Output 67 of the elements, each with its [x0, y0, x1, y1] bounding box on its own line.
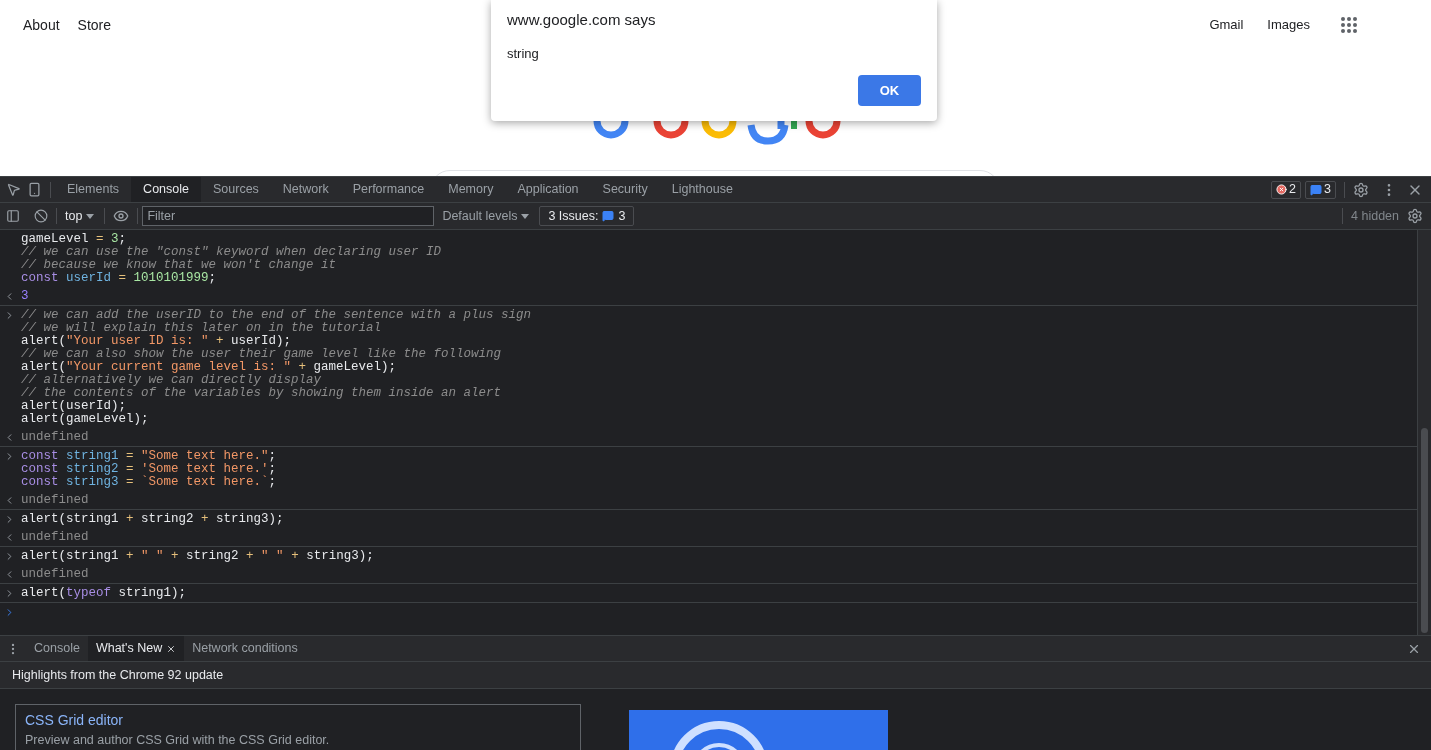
- code-line: alert("Your user ID is: " + userId);: [21, 334, 293, 348]
- devtools-tab[interactable]: Security: [590, 177, 660, 202]
- message-icon: [602, 210, 615, 222]
- devtools-tab[interactable]: Console: [131, 177, 201, 202]
- hidden-count: 4 hidden: [1351, 207, 1399, 225]
- code-line: // we can also show the user their game level like the following: [21, 347, 503, 361]
- drawer-tab[interactable]: Console: [26, 636, 88, 661]
- ok-button[interactable]: OK: [858, 75, 921, 106]
- issues-button[interactable]: 3 Issues: 3: [539, 206, 635, 226]
- code-line: alert(string1 + " " + string2 + " " + string3);: [21, 549, 374, 563]
- code-line: // we can add the userID to the end of the sentence with a plus sign: [21, 308, 532, 322]
- sidebar-toggle-icon[interactable]: [6, 209, 20, 223]
- error-icon: [1276, 184, 1288, 195]
- eye-icon[interactable]: [113, 208, 130, 224]
- code-line: alert(userId);: [21, 399, 127, 413]
- device-icon[interactable]: [27, 182, 42, 197]
- nav-link[interactable]: Store: [77, 14, 112, 36]
- filter-field[interactable]: Filter: [142, 206, 435, 226]
- devtools-tab[interactable]: Application: [505, 177, 591, 202]
- dialog-title: www.google.com says: [507, 10, 657, 30]
- card-title[interactable]: CSS Grid editor: [25, 710, 571, 731]
- error-count-badge[interactable]: 2: [1271, 180, 1302, 199]
- feature-card[interactable]: CSS Grid editor Preview and author CSS Grid with the CSS Grid editor.: [15, 704, 581, 750]
- result-value: undefined: [21, 430, 89, 444]
- result-value: undefined: [21, 530, 89, 544]
- devtools-tab[interactable]: Elements: [55, 177, 132, 202]
- code-line: // we can use the "const" keyword when declaring user ID: [21, 245, 442, 259]
- inspect-icon[interactable]: [6, 182, 21, 197]
- code-line: // the contents of the variables by showing them inside an alert: [21, 386, 503, 400]
- code-line: const userId = 1010101999;: [21, 271, 218, 285]
- devtools-tab[interactable]: Performance: [340, 177, 437, 202]
- code-line: const string2 = 'Some text here.';: [21, 462, 277, 476]
- devtools-tab[interactable]: Network: [270, 177, 341, 202]
- message-count-badge[interactable]: 3: [1305, 180, 1336, 199]
- levels-dropdown[interactable]: Default levels: [442, 206, 530, 226]
- code-line: // we will explain this later on in the tutorial: [21, 321, 383, 335]
- nav-link[interactable]: About: [23, 14, 60, 36]
- nav-link[interactable]: Gmail: [1209, 15, 1244, 35]
- devtools-tab[interactable]: Sources: [201, 177, 271, 202]
- close-icon[interactable]: [166, 643, 177, 654]
- code-line: // because we know that we won't change it: [21, 258, 337, 272]
- code-line: const string3 = `Some text here.`;: [21, 475, 277, 489]
- drawer-tab[interactable]: What's New: [87, 636, 185, 661]
- nav-link[interactable]: Images: [1267, 15, 1310, 35]
- result-value: undefined: [21, 493, 89, 507]
- code-line: alert("Your current game level is: " + gameLevel);: [21, 360, 398, 374]
- card-description: Preview and author CSS Grid with the CSS Grid editor.: [25, 732, 331, 749]
- message-icon: [1310, 183, 1323, 196]
- code-line: const string1 = "Some text here.";: [21, 449, 277, 463]
- scrollbar[interactable]: [1417, 230, 1431, 635]
- code-line: alert(gameLevel);: [21, 412, 150, 426]
- result-value: 3: [21, 289, 29, 303]
- drawer-heading: Highlights from the Chrome 92 update: [12, 666, 224, 684]
- settings-icon[interactable]: [1353, 181, 1369, 198]
- dialog-message: string: [507, 44, 540, 63]
- drawer-tab[interactable]: Network conditions: [184, 636, 306, 661]
- devtools-tab[interactable]: Memory: [436, 177, 506, 202]
- settings-icon[interactable]: [1407, 208, 1423, 224]
- code-line: alert(string1 + string2 + string3);: [21, 512, 284, 526]
- devtools-tab[interactable]: Lighthouse: [659, 177, 745, 202]
- clear-icon[interactable]: [34, 209, 48, 223]
- code-line: // alternatively we can directly display: [21, 373, 322, 387]
- code-line: alert(typeof string1);: [21, 586, 187, 600]
- code-line: gameLevel = 3;: [21, 232, 128, 246]
- apps-grid-icon[interactable]: [1340, 16, 1358, 34]
- context-dropdown[interactable]: top: [65, 206, 95, 226]
- result-value: undefined: [21, 567, 89, 581]
